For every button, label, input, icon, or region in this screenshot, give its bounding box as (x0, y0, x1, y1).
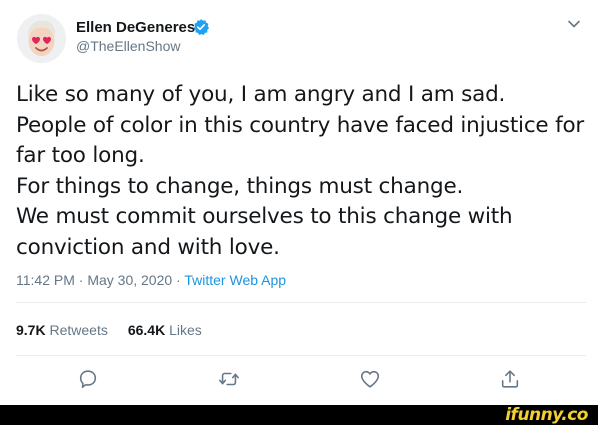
tweet-text: Like so many of you, I am angry and I am… (16, 80, 586, 264)
user-handle[interactable]: @TheEllenShow (76, 38, 181, 54)
heart-eyes-emoji-avatar (17, 14, 66, 63)
chevron-down-icon[interactable] (567, 17, 581, 31)
likes-count: 66.4K (127, 322, 166, 338)
tweet-source-link[interactable]: Twitter Web App (184, 272, 286, 288)
watermark-bar: ifunny.co (0, 405, 598, 425)
retweets-stat[interactable]: 9.7K Retweets (16, 322, 108, 338)
divider (16, 302, 586, 303)
tweet-meta: 11:42 PM · May 30, 2020 · Twitter Web Ap… (16, 272, 286, 288)
like-button[interactable] (359, 368, 381, 390)
likes-label: Likes (169, 322, 202, 338)
divider (16, 355, 586, 356)
retweet-icon (219, 372, 239, 386)
reply-icon (79, 370, 97, 389)
tweet-stats: 9.7K Retweets 66.4K Likes (16, 322, 202, 338)
share-icon (501, 370, 519, 388)
like-icon (360, 370, 380, 388)
reply-button[interactable] (77, 368, 99, 390)
tweet-timestamp[interactable]: 11:42 PM · May 30, 2020 · (16, 272, 184, 288)
display-name[interactable]: Ellen DeGeneres (76, 19, 195, 36)
tweet-line: We must commit ourselves to this change … (16, 204, 513, 230)
retweets-label: Retweets (49, 322, 108, 338)
tweet-line: far too long. (16, 143, 145, 169)
ifunny-watermark: ifunny.co (505, 405, 588, 425)
likes-stat[interactable]: 66.4K Likes (128, 322, 202, 338)
tweet-line: People of color in this country have fac… (16, 112, 585, 138)
retweets-count: 9.7K (16, 322, 46, 338)
profile-avatar[interactable] (17, 14, 66, 63)
tweet-card: Ellen DeGeneres @TheEllenShow Like so ma… (0, 0, 598, 405)
tweet-line: For things to change, things must change… (16, 173, 464, 199)
tweet-line: Like so many of you, I am angry and I am… (16, 82, 506, 107)
tweet-line: conviction and with love. (16, 234, 280, 260)
action-bar (0, 364, 598, 394)
retweet-button[interactable] (218, 368, 240, 390)
verified-badge-icon (193, 19, 210, 36)
share-button[interactable] (499, 368, 521, 390)
